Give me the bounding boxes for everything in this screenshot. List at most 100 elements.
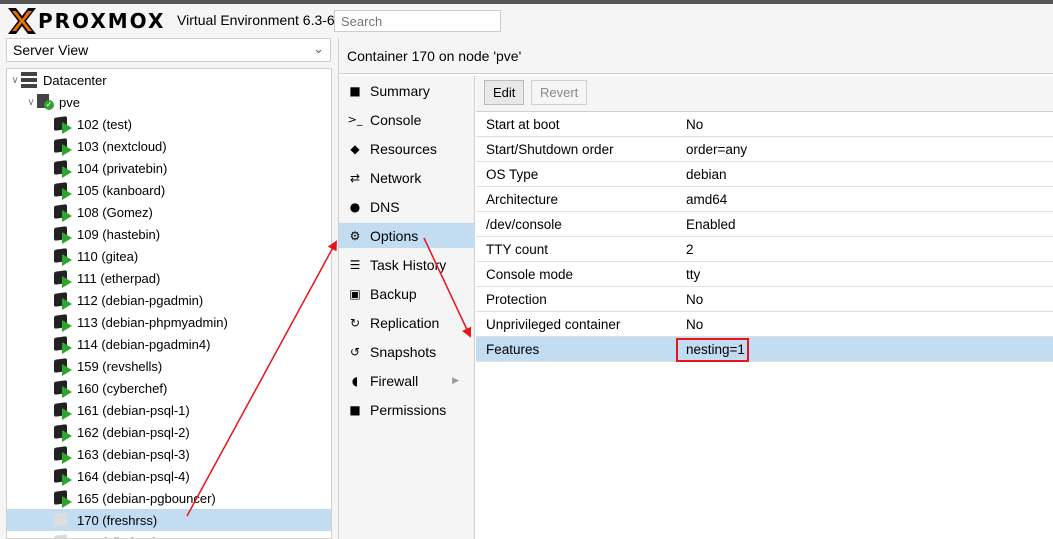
option-key: /dev/console (486, 217, 562, 232)
option-value: order=any (686, 142, 748, 157)
tree-item-container[interactable]: 170 (freshrss) (7, 509, 331, 531)
tree-item-label: 108 (Gomez) (77, 204, 153, 220)
retweet-icon: ↻ (349, 315, 361, 330)
menu-item-label: Resources (370, 140, 437, 157)
annotation-highlight-box (676, 338, 749, 362)
tree-item-container[interactable]: 162 (debian-psql-2) (7, 421, 331, 443)
container-running-icon (53, 115, 72, 134)
container-running-icon (53, 423, 72, 442)
view-select[interactable]: Server View ⌄ (6, 38, 331, 62)
tree-item-container[interactable]: 110 (gitea) (7, 245, 331, 267)
edit-button[interactable]: Edit (484, 80, 525, 105)
tree-item-container[interactable]: 109 (hastebin) (7, 223, 331, 245)
container-running-icon (53, 269, 72, 288)
tree-item-container[interactable]: 198 (pihole-1) (7, 531, 331, 539)
tree-item-label: 105 (kanboard) (77, 182, 166, 198)
tree-item-container[interactable]: 113 (debian-phpmyadmin) (7, 311, 331, 333)
menu-item-network[interactable]: ⇄ Network (339, 165, 475, 190)
tree-item-label: 104 (privatebin) (77, 160, 168, 176)
options-row[interactable]: Start at boot No (476, 112, 1053, 137)
options-row[interactable]: Architecture amd64 (476, 187, 1053, 212)
revert-button[interactable]: Revert (531, 80, 588, 105)
unlock-icon: ■ (349, 402, 361, 417)
tree-item-container[interactable]: 104 (privatebin) (7, 157, 331, 179)
tree-item-container[interactable]: 160 (cyberchef) (7, 377, 331, 399)
tree-item-label: 164 (debian-psql-4) (77, 468, 190, 484)
tree-item-label: 103 (nextcloud) (77, 138, 167, 154)
option-key: Start/Shutdown order (486, 142, 614, 157)
options-row[interactable]: OS Type debian (476, 162, 1053, 187)
menu-item-summary[interactable]: ■ Summary (339, 78, 475, 103)
menu-item-label: Snapshots (370, 343, 437, 360)
proxmox-x-icon (8, 8, 36, 34)
tree-item-label: 111 (etherpad) (77, 270, 161, 286)
tree-item-container[interactable]: 102 (test) (7, 113, 331, 135)
tree-item-datacenter[interactable]: ∨ Datacenter (7, 69, 331, 91)
options-row[interactable]: Features nesting=1 (476, 337, 1053, 362)
tree-item-container[interactable]: 103 (nextcloud) (7, 135, 331, 157)
menu-item-options[interactable]: ⚙ Options (339, 223, 475, 248)
tree-item-container[interactable]: 114 (debian-pgadmin4) (7, 333, 331, 355)
options-toolbar: Edit Revert (476, 76, 1053, 112)
container-running-icon (53, 401, 72, 420)
menu-item-permissions[interactable]: ■ Permissions (339, 397, 475, 422)
history-icon: ↺ (349, 344, 361, 359)
menu-item-dns[interactable]: ● DNS (339, 194, 475, 219)
expand-toggle-icon[interactable]: ∨ (9, 75, 21, 86)
tree-item-container[interactable]: 105 (kanboard) (7, 179, 331, 201)
tree-item-label: Datacenter (43, 72, 107, 88)
option-value: amd64 (686, 192, 728, 207)
globe-icon: ● (349, 199, 361, 214)
menu-item-resources[interactable]: ◆ Resources (339, 136, 475, 161)
container-running-icon (53, 379, 72, 398)
options-row[interactable]: Console mode tty (476, 262, 1053, 287)
options-row[interactable]: Protection No (476, 287, 1053, 312)
option-key: Protection (486, 292, 547, 307)
options-row[interactable]: Start/Shutdown order order=any (476, 137, 1053, 162)
container-stopped-icon (53, 533, 71, 538)
menu-item-replication[interactable]: ↻ Replication (339, 310, 475, 335)
node-online-icon: ✓ (37, 94, 54, 110)
shield-icon: ◖ (351, 373, 359, 388)
container-running-icon (53, 247, 72, 266)
menu-item-firewall[interactable]: ◖ Firewall ▶ (339, 368, 475, 393)
options-row[interactable]: TTY count 2 (476, 237, 1053, 262)
options-row[interactable]: /dev/console Enabled (476, 212, 1053, 237)
menu-item-console[interactable]: >_ Console (339, 107, 475, 132)
tree-item-container[interactable]: 161 (debian-psql-1) (7, 399, 331, 421)
tree-item-container[interactable]: 165 (debian-pgbouncer) (7, 487, 331, 509)
terminal-icon: >_ (347, 113, 363, 126)
tree-item-node[interactable]: ∨ ✓ pve (7, 91, 331, 113)
tree-item-container[interactable]: 163 (debian-psql-3) (7, 443, 331, 465)
menu-item-snapshots[interactable]: ↺ Snapshots (339, 339, 475, 364)
tree-item-label: 102 (test) (77, 116, 132, 132)
menu-item-label: Network (370, 169, 422, 186)
tree-item-container[interactable]: 108 (Gomez) (7, 201, 331, 223)
option-key: Unprivileged container (486, 317, 621, 332)
gear-icon: ⚙ (349, 228, 361, 243)
menu-item-task-history[interactable]: ☰ Task History (339, 252, 475, 277)
menu-item-backup[interactable]: ▣ Backup (339, 281, 475, 306)
expand-toggle-icon[interactable]: ∨ (25, 97, 37, 108)
container-running-icon (53, 445, 72, 464)
top-header: PROXMOX Virtual Environment 6.3-6 (0, 0, 1053, 38)
tree-item-container[interactable]: 112 (debian-pgadmin) (7, 289, 331, 311)
option-key: Features (486, 342, 540, 357)
tree-item-container[interactable]: 164 (debian-psql-4) (7, 465, 331, 487)
container-running-icon (53, 225, 72, 244)
container-running-icon (53, 489, 72, 508)
tree-item-container[interactable]: 111 (etherpad) (7, 267, 331, 289)
option-value: debian (686, 167, 727, 182)
menu-item-label: Console (370, 111, 422, 128)
tree-item-container[interactable]: 159 (revshells) (7, 355, 331, 377)
container-menu: ■ Summary >_ Console ◆ Resources ⇄ Network ● DNS ⚙… (339, 76, 475, 539)
menu-item-label: DNS (370, 198, 400, 215)
tree-item-label: 198 (pihole-1) (77, 535, 157, 539)
search-input[interactable] (334, 10, 501, 32)
tree-item-label: 162 (debian-psql-2) (77, 424, 190, 440)
options-row[interactable]: Unprivileged container No (476, 312, 1053, 337)
option-key: OS Type (486, 167, 539, 182)
panel-title-bar: Container 170 on node 'pve' (339, 38, 1053, 74)
tree-item-label: 160 (cyberchef) (77, 380, 168, 396)
menu-item-label: Firewall (370, 372, 419, 389)
